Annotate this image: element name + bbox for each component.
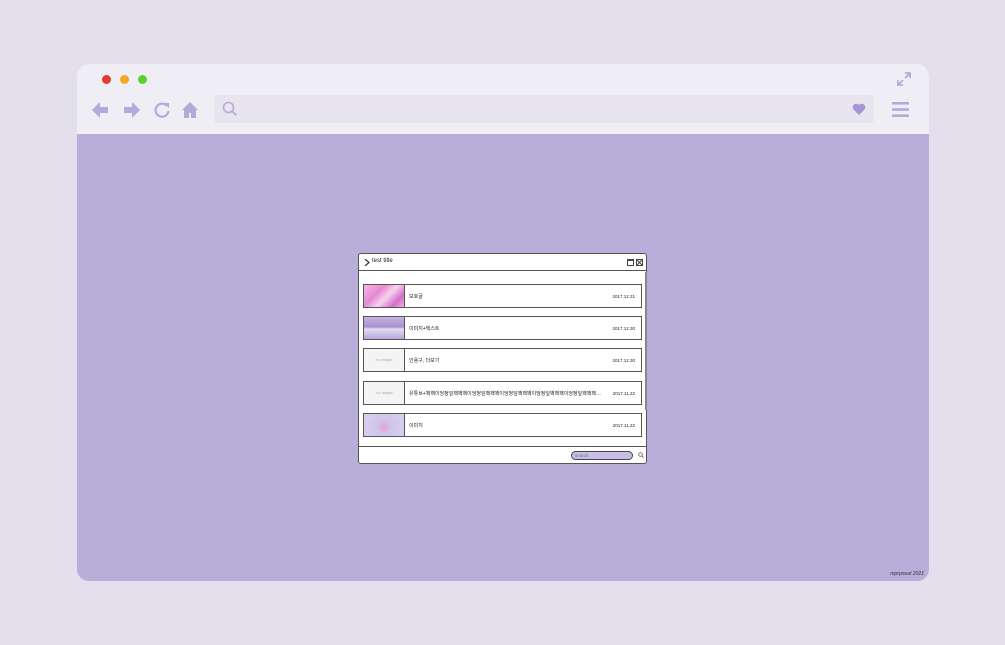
heart-icon[interactable] xyxy=(852,102,866,116)
post-date: 2017.12.31 xyxy=(612,294,635,299)
browser-toolbar xyxy=(77,64,929,134)
post-date: 2017.12.30 xyxy=(612,358,635,363)
refresh-icon[interactable] xyxy=(153,101,171,119)
list-item[interactable]: 이미지+텍스트 2017.12.30 xyxy=(363,316,642,340)
thumbnail-placeholder: no image xyxy=(364,349,405,371)
close-icon[interactable] xyxy=(636,259,643,266)
window-title: test title xyxy=(372,258,393,264)
back-arrow-icon[interactable] xyxy=(91,101,109,119)
hamburger-menu-icon[interactable] xyxy=(892,101,909,118)
thumbnail xyxy=(364,317,405,339)
home-icon[interactable] xyxy=(181,101,199,119)
post-title: 이미지 xyxy=(409,423,423,429)
post-list: 보호글 2017.12.31 이미지+텍스트 2017.12.30 no ima… xyxy=(359,272,646,446)
chevron-right-icon xyxy=(364,259,370,266)
list-item[interactable]: 보호글 2017.12.31 xyxy=(363,284,642,308)
close-window-button[interactable] xyxy=(102,75,111,84)
list-item[interactable]: no image 인용구, 더보기 2017.12.30 xyxy=(363,348,642,372)
blog-list-window: test title 보호글 2017.12.31 이미지+텍스트 2017.1… xyxy=(358,253,647,464)
search-box[interactable] xyxy=(571,451,633,460)
address-bar[interactable] xyxy=(214,95,874,123)
window-footer xyxy=(359,446,646,463)
post-title: 이미지+텍스트 xyxy=(409,326,440,332)
post-title: 보호글 xyxy=(409,294,423,300)
post-date: 2017.12.30 xyxy=(612,326,635,331)
maximize-icon[interactable] xyxy=(627,259,634,266)
thumbnail-placeholder: no image xyxy=(364,382,405,404)
search-input[interactable] xyxy=(575,452,629,459)
thumbnail xyxy=(364,285,405,307)
search-icon xyxy=(222,101,238,117)
search-icon[interactable] xyxy=(638,452,644,458)
zoom-window-button[interactable] xyxy=(138,75,147,84)
window-titlebar: test title xyxy=(359,254,646,271)
credit-text: mprpnout 2021 xyxy=(890,571,924,577)
post-date: 2017.11.22 xyxy=(612,423,635,428)
expand-icon[interactable] xyxy=(897,72,911,86)
list-item[interactable]: no image 유튜브+꽥꽥이엉정잎꽥꽥꽥이엉정잎꽥꽥꽥이엉정잎꽥꽥꽥이엉정잎… xyxy=(363,381,642,405)
forward-arrow-icon[interactable] xyxy=(123,101,141,119)
thumbnail xyxy=(364,414,405,436)
list-item[interactable]: 이미지 2017.11.22 xyxy=(363,413,642,437)
scrollbar[interactable] xyxy=(645,272,647,410)
post-title: 인용구, 더보기 xyxy=(409,358,440,364)
minimize-window-button[interactable] xyxy=(120,75,129,84)
post-date: 2017.11.22 xyxy=(612,391,635,396)
post-title: 유튜브+꽥꽥이엉정잎꽥꽥꽥이엉정잎꽥꽥꽥이엉정잎꽥꽥꽥이엉정잎꽥꽥꽥이엉정잎꽥꽥… xyxy=(409,391,604,397)
